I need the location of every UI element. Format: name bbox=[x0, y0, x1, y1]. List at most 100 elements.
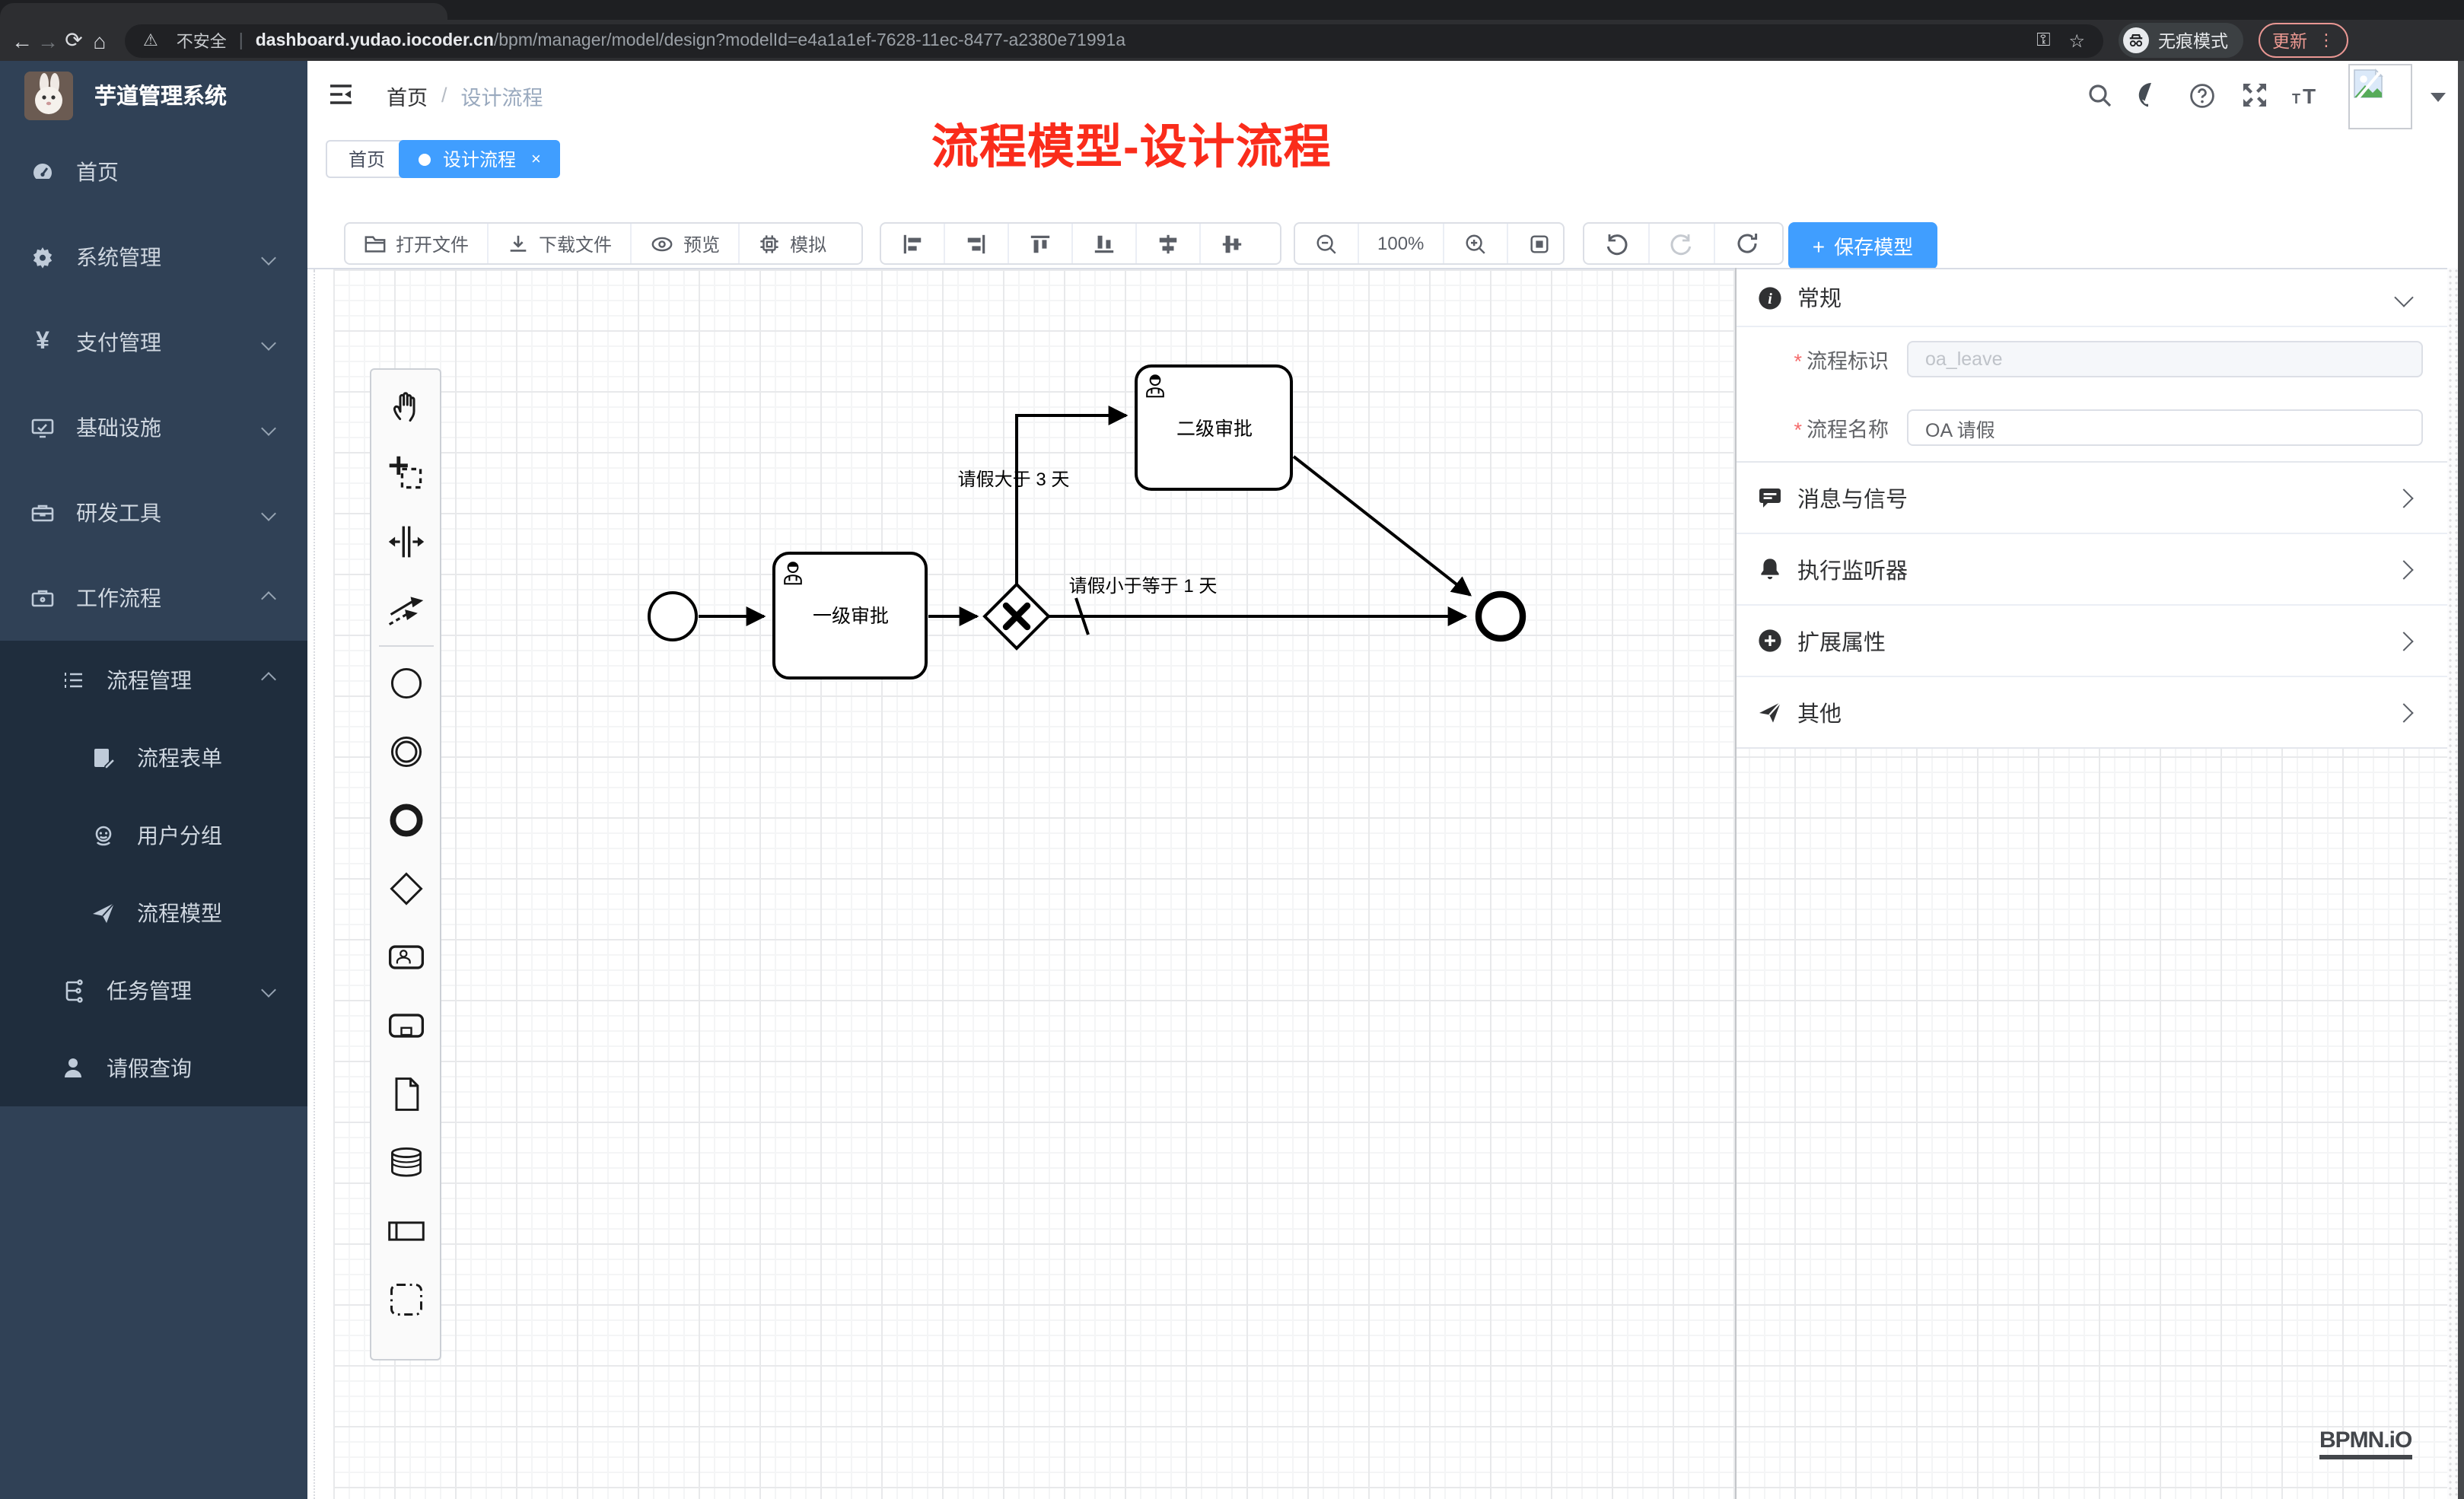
font-size-icon[interactable]: TT bbox=[2286, 61, 2326, 129]
preview-button[interactable]: 预览 bbox=[632, 224, 740, 263]
panel-resize-strip[interactable] bbox=[2447, 268, 2458, 1499]
align-right-icon[interactable] bbox=[945, 224, 1009, 263]
undo-icon[interactable] bbox=[1584, 224, 1650, 263]
breadcrumb-home[interactable]: 首页 bbox=[387, 80, 428, 110]
sidebar-item-user-group[interactable]: 用户分组 bbox=[0, 796, 307, 874]
open-file-button[interactable]: 打开文件 bbox=[345, 224, 489, 263]
sidebar-item-label: 流程模型 bbox=[137, 897, 222, 928]
zoom-out-icon[interactable] bbox=[1295, 224, 1359, 263]
sidebar-logo[interactable]: 芋道管理系统 bbox=[0, 61, 307, 129]
browser-menu-icon[interactable]: ⋮ bbox=[2318, 30, 2335, 50]
search-icon[interactable] bbox=[2079, 61, 2119, 129]
zoom-reset-icon[interactable] bbox=[1507, 224, 1570, 263]
sidebar-item-process-form[interactable]: 流程表单 bbox=[0, 718, 307, 796]
send-icon bbox=[1756, 700, 1782, 724]
sidebar-item-infra[interactable]: 基础设施 bbox=[0, 385, 307, 470]
data-store-tool-icon[interactable] bbox=[371, 1128, 440, 1196]
sidebar-item-home[interactable]: 首页 bbox=[0, 129, 307, 215]
forward-icon: → bbox=[35, 28, 61, 53]
intermediate-event-tool-icon[interactable] bbox=[371, 717, 440, 785]
panel-section-extensions[interactable]: 扩展属性 bbox=[1737, 604, 2447, 676]
view-tab-design-active[interactable]: 设计流程 × bbox=[399, 140, 561, 178]
view-tab-home[interactable]: 首页 bbox=[326, 140, 408, 178]
sidebar-item-label: 支付管理 bbox=[76, 327, 161, 358]
global-connect-tool-icon[interactable] bbox=[371, 575, 440, 644]
gateway-tool-icon[interactable] bbox=[371, 854, 440, 922]
zoom-in-icon[interactable] bbox=[1444, 224, 1507, 263]
sidebar-item-task-mgmt[interactable]: 任务管理 bbox=[0, 951, 307, 1029]
process-name-input[interactable]: OA 请假 bbox=[1907, 409, 2423, 446]
align-left-icon[interactable] bbox=[881, 224, 945, 263]
user-task-tool-icon[interactable] bbox=[371, 922, 440, 991]
align-center-horizontal-icon[interactable] bbox=[1137, 224, 1201, 263]
group-tool-icon[interactable] bbox=[371, 1265, 440, 1333]
plus-icon: + bbox=[1813, 234, 1825, 258]
panel-section-listeners[interactable]: 执行监听器 bbox=[1737, 533, 2447, 604]
sidebar-item-devtools[interactable]: 研发工具 bbox=[0, 470, 307, 555]
sidebar-fold-icon[interactable] bbox=[327, 81, 355, 108]
url-separator: | bbox=[239, 31, 244, 49]
url-bar[interactable]: ⚠ 不安全 | dashboard.yudao.iocoder.cn/bpm/m… bbox=[125, 24, 2103, 57]
general-fields: *流程标识 oa_leave *流程名称 OA 请假 bbox=[1737, 326, 2447, 461]
person-icon bbox=[61, 1055, 85, 1080]
process-key-input[interactable]: oa_leave bbox=[1907, 341, 2423, 377]
start-event-tool-icon[interactable] bbox=[371, 648, 440, 717]
align-bottom-icon[interactable] bbox=[1073, 224, 1137, 263]
align-top-icon[interactable] bbox=[1009, 224, 1073, 263]
call-activity-tool-icon[interactable] bbox=[371, 991, 440, 1059]
chevron-right-icon bbox=[2394, 631, 2413, 650]
refresh-icon[interactable] bbox=[1715, 224, 1779, 263]
download-file-button[interactable]: 下载文件 bbox=[489, 224, 632, 263]
home-icon[interactable]: ⌂ bbox=[87, 28, 113, 53]
svg-text:T: T bbox=[2292, 91, 2300, 106]
list-icon bbox=[61, 667, 85, 692]
sidebar-item-system[interactable]: 系统管理 bbox=[0, 215, 307, 300]
hand-tool-icon[interactable] bbox=[371, 370, 440, 438]
chevron-down-icon bbox=[261, 250, 276, 265]
space-tool-icon[interactable] bbox=[371, 507, 440, 575]
fullscreen-icon[interactable] bbox=[2234, 61, 2274, 129]
simulate-button[interactable]: 模拟 bbox=[740, 224, 845, 263]
help-icon[interactable] bbox=[2182, 61, 2222, 129]
warning-icon: ⚠ bbox=[143, 30, 158, 50]
lasso-tool-icon[interactable] bbox=[371, 438, 440, 507]
form-edit-icon bbox=[91, 745, 116, 769]
panel-section-message-signal[interactable]: 消息与信号 bbox=[1737, 461, 2447, 533]
key-icon[interactable]: ⚿ bbox=[2036, 29, 2050, 52]
sidebar-item-label: 工作流程 bbox=[76, 583, 161, 613]
end-event-tool-icon[interactable] bbox=[371, 785, 440, 854]
history-button-group bbox=[1583, 222, 1784, 265]
sidebar-item-process-mgmt[interactable]: 流程管理 bbox=[0, 641, 307, 718]
browser-tab[interactable] bbox=[0, 3, 447, 20]
bpmn-io-watermark[interactable]: BPMN.iO bbox=[2319, 1427, 2411, 1459]
tab-close-icon[interactable]: × bbox=[531, 150, 541, 168]
breadcrumb: 首页 / 设计流程 bbox=[387, 61, 543, 129]
chevron-right-icon bbox=[2394, 702, 2413, 721]
chevron-down-icon bbox=[261, 420, 276, 435]
sidebar-item-label: 用户分组 bbox=[137, 820, 222, 850]
github-icon[interactable] bbox=[2131, 61, 2170, 129]
panel-section-other[interactable]: 其他 bbox=[1737, 676, 2447, 747]
avatar[interactable] bbox=[2348, 64, 2412, 129]
sidebar-item-leave-query[interactable]: 请假查询 bbox=[0, 1029, 307, 1106]
required-mark: * bbox=[1794, 419, 1802, 441]
participant-tool-icon[interactable] bbox=[371, 1196, 440, 1265]
incognito-label: 无痕模式 bbox=[2158, 28, 2228, 53]
incognito-badge: 无痕模式 bbox=[2119, 23, 2243, 58]
caret-down-icon[interactable] bbox=[2431, 93, 2446, 102]
align-center-vertical-icon[interactable] bbox=[1201, 224, 1263, 263]
reload-icon[interactable]: ⟳ bbox=[61, 27, 87, 53]
chevron-down-icon bbox=[2394, 288, 2413, 307]
panel-divider bbox=[1735, 268, 1737, 1499]
bookmark-star-icon[interactable]: ☆ bbox=[2068, 30, 2085, 51]
app-title: 芋道管理系统 bbox=[94, 79, 227, 111]
page-scrollbar[interactable] bbox=[2458, 61, 2464, 1499]
data-object-tool-icon[interactable] bbox=[371, 1059, 440, 1128]
sidebar-item-payment[interactable]: ¥ 支付管理 bbox=[0, 300, 307, 385]
sidebar-item-process-model[interactable]: 流程模型 bbox=[0, 874, 307, 951]
panel-section-general[interactable]: i 常规 bbox=[1737, 269, 2447, 326]
back-icon[interactable]: ← bbox=[9, 28, 35, 53]
save-model-button[interactable]: + 保存模型 bbox=[1788, 222, 1937, 269]
update-button[interactable]: 更新 ⋮ bbox=[2259, 23, 2348, 58]
sidebar-item-workflow[interactable]: 工作流程 bbox=[0, 555, 307, 641]
